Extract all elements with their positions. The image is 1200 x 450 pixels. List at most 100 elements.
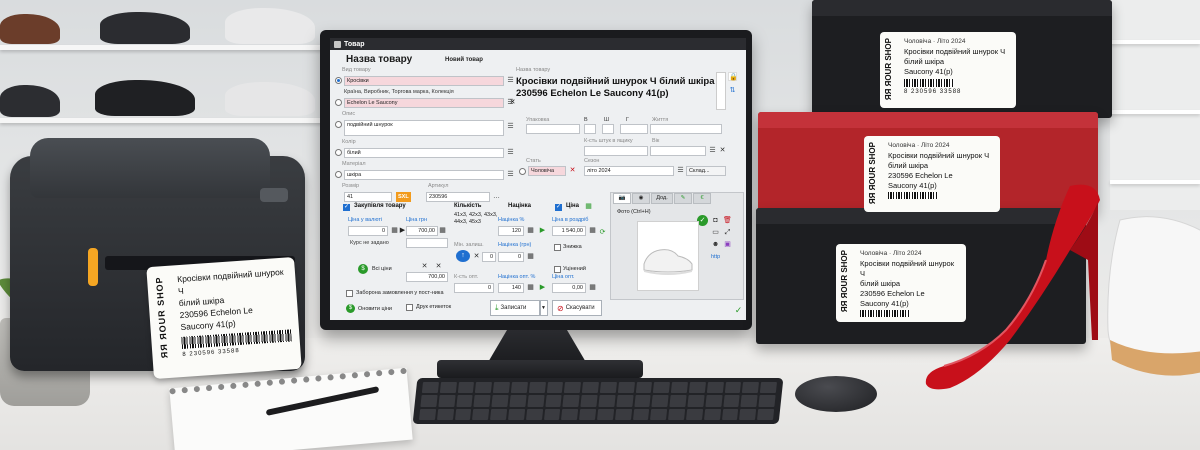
dim-v-field[interactable] <box>584 124 596 134</box>
http-link[interactable]: http <box>711 254 720 260</box>
size-grid-badge[interactable]: SXL <box>396 192 411 202</box>
tab-notes[interactable]: ✎ <box>674 193 692 204</box>
kolir-radio[interactable] <box>335 149 342 156</box>
list-icon[interactable]: ☰ <box>506 170 515 179</box>
list-icon[interactable]: ☰ <box>708 146 717 155</box>
list-icon[interactable]: ☰ <box>506 148 515 157</box>
calc-icon[interactable]: ▦ <box>588 226 597 235</box>
product-name[interactable]: Кросівки подвійний шнурок Ч білий шкіра … <box>516 76 716 99</box>
more-icon[interactable]: … <box>492 192 501 201</box>
label-season: Чоловіча · Літо 2024 <box>904 38 966 45</box>
list-icon[interactable]: ☰ <box>506 122 515 131</box>
vsi-tsiny-label[interactable]: Всі ціни <box>372 266 392 272</box>
kilkist-value[interactable]: 41x3, 42x3, 43x3, 44x3, 45x3 <box>454 212 500 226</box>
kurs-field[interactable] <box>406 238 448 248</box>
k-opt-field[interactable]: 0 <box>454 283 494 293</box>
calc-icon[interactable]: ▦ <box>526 226 535 235</box>
total-field[interactable]: 700,00 <box>406 272 448 282</box>
kolir-field[interactable]: білий <box>344 148 504 158</box>
opys-radio[interactable] <box>335 121 342 128</box>
refresh-icon[interactable]: ⟳ <box>598 228 607 237</box>
ok-check-icon[interactable]: ✓ <box>734 306 743 315</box>
list-icon[interactable]: ☰ <box>506 76 515 85</box>
clear-icon[interactable]: ✕ <box>508 98 517 107</box>
play-icon[interactable]: ▶ <box>538 283 547 292</box>
clear-icon[interactable]: ✕ <box>718 146 727 155</box>
natsinka-label: Націнка <box>508 203 531 209</box>
currency-icon[interactable]: $ <box>358 264 368 274</box>
tab-euro[interactable]: € <box>693 193 711 204</box>
material-radio[interactable] <box>335 171 342 178</box>
list-icon[interactable]: ☰ <box>676 166 685 175</box>
tsina-checkbox[interactable] <box>555 203 562 211</box>
calc-icon[interactable]: ▦ <box>526 283 535 292</box>
natsinka-hrn-field[interactable]: 0 <box>498 252 524 262</box>
clear-icon[interactable]: ✕ <box>472 252 481 261</box>
cancel-button[interactable]: ⊘ Скасувати <box>552 300 602 316</box>
upakovka-field[interactable] <box>526 124 580 134</box>
material-field[interactable]: шкіра <box>344 170 504 180</box>
save-button[interactable]: ⤓ Записати <box>490 300 540 316</box>
lock-icon[interactable]: 🔒 <box>728 72 738 81</box>
vid-field[interactable]: Кросівки <box>344 76 504 86</box>
min-zalish-field[interactable]: 0 <box>482 252 496 262</box>
natsinka-opt-field[interactable]: 140 <box>498 283 524 293</box>
tab-dod[interactable]: Дод. <box>651 193 673 204</box>
play-icon[interactable]: ▶ <box>538 226 547 235</box>
tsina-opt-field[interactable]: 0,00 <box>552 283 586 293</box>
label-logo: ЯЯ ЯOUR SHOP <box>840 250 849 313</box>
name-label: Назва товару <box>516 67 551 73</box>
sklad-button[interactable]: Склад... <box>686 166 726 176</box>
vik-field[interactable] <box>650 146 706 156</box>
tsina-hrn-field[interactable]: 700,00 <box>406 226 438 236</box>
zaborona-checkbox[interactable] <box>346 290 353 297</box>
label-logo: ЯЯ ЯOUR SHOP <box>868 142 877 205</box>
artykul-field[interactable]: 230596 <box>426 192 490 202</box>
dim-g-field[interactable] <box>620 124 648 134</box>
shtuk-label: К-сть штук в ящику <box>584 138 633 144</box>
clear-icon[interactable]: ✕ <box>434 262 443 271</box>
opys-field[interactable]: подвійний шнурок <box>344 120 504 136</box>
onovyty-label[interactable]: Оновити ціни <box>358 306 392 312</box>
stat-radio[interactable] <box>519 168 526 175</box>
dim-sh-field[interactable] <box>602 124 614 134</box>
label-line: білий шкіра <box>888 161 929 170</box>
person-icon[interactable]: ☻ <box>711 240 720 249</box>
clear-icon[interactable]: ✕ <box>420 262 429 271</box>
tsina-rozdrib-field[interactable]: 1 540,00 <box>552 226 586 236</box>
zhyttia-field[interactable] <box>650 124 722 134</box>
tsina-valiuti-field[interactable]: 0 <box>348 226 388 236</box>
delete-icon[interactable]: 🗑 <box>723 216 732 225</box>
tab-photo[interactable]: 📷 <box>613 193 631 204</box>
shtuk-field[interactable] <box>584 146 648 156</box>
rozmir-field[interactable]: 41 <box>344 192 392 202</box>
barcode-icon[interactable]: ▦ <box>584 202 593 211</box>
stat-field[interactable]: Чоловіча <box>528 166 566 176</box>
camera-icon[interactable]: ◘ <box>711 216 720 225</box>
upload-icon[interactable]: ↑ <box>456 250 470 262</box>
monitor-stand <box>487 330 587 364</box>
calc-icon[interactable]: ▦ <box>526 252 535 261</box>
refresh-prices-icon[interactable]: $ <box>346 304 355 313</box>
znyzhka-checkbox[interactable] <box>554 244 561 251</box>
natsinka-pct-field[interactable]: 120 <box>498 226 524 236</box>
group-field[interactable]: Echelon Le Saucony <box>344 98 504 108</box>
name-scrollbar[interactable] <box>716 72 726 110</box>
utsinenyi-checkbox[interactable] <box>554 266 561 273</box>
folder-icon[interactable]: ▭ <box>711 228 720 237</box>
save-photo-icon[interactable]: ▣ <box>723 240 732 249</box>
product-photo[interactable] <box>637 221 699 291</box>
clear-icon[interactable]: ✕ <box>568 166 577 175</box>
tab-camera[interactable]: ◉ <box>632 193 650 204</box>
zakupivlia-checkbox[interactable] <box>343 203 350 211</box>
druk-label: Друк етикеток <box>416 304 452 310</box>
vid-radio[interactable] <box>335 77 342 84</box>
sezon-field[interactable]: літо 2024 <box>584 166 674 176</box>
save-dropdown[interactable]: ▼ <box>540 300 548 316</box>
arrow-icon[interactable]: ⇅ <box>728 86 737 95</box>
group-radio[interactable] <box>335 99 342 106</box>
druk-checkbox[interactable] <box>406 304 413 311</box>
expand-icon[interactable]: ⤢ <box>723 228 732 237</box>
calc-icon[interactable]: ▦ <box>438 226 447 235</box>
calc-icon[interactable]: ▦ <box>588 283 597 292</box>
